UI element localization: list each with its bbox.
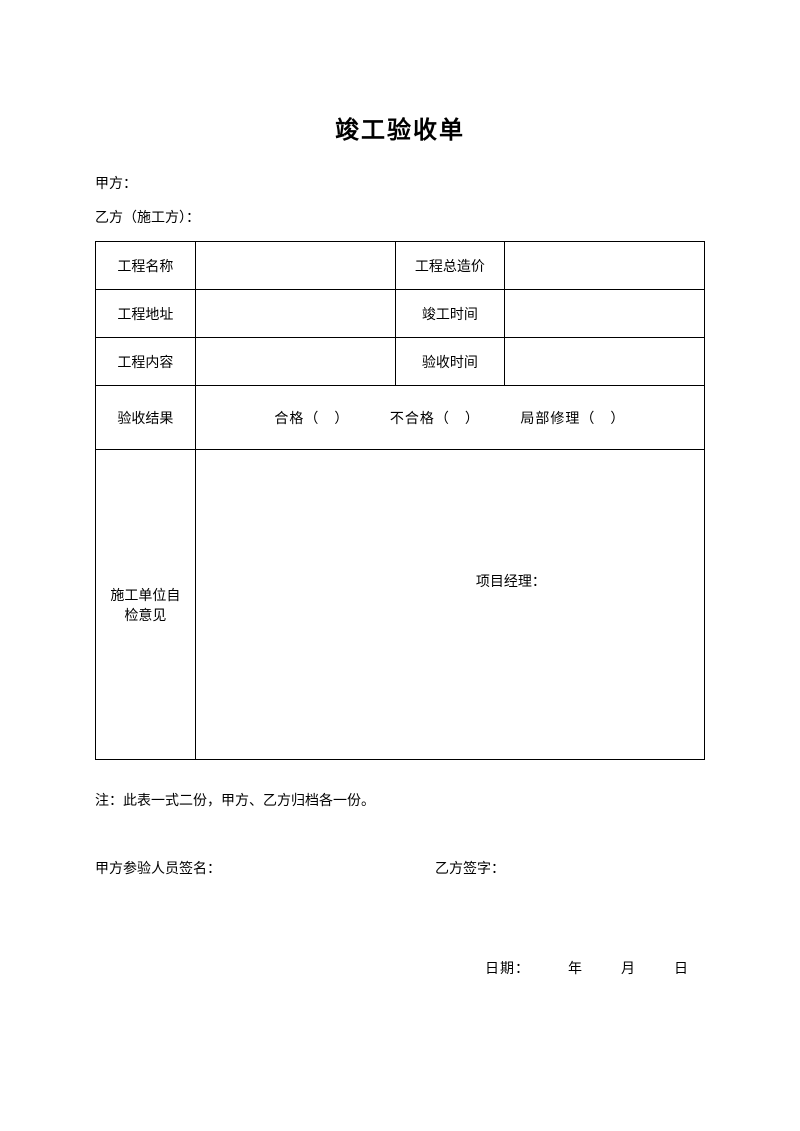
signature-row: 甲方参验人员签名： 乙方签字：: [95, 858, 705, 878]
project-address-value[interactable]: [195, 290, 395, 338]
project-name-label: 工程名称: [96, 242, 196, 290]
option-qualified[interactable]: 合格（ ）: [274, 412, 349, 427]
date-year: 年: [568, 962, 583, 977]
acceptance-result-label: 验收结果: [96, 386, 196, 450]
date-label: 日期：: [485, 962, 530, 977]
option-unqualified[interactable]: 不合格（ ）: [390, 412, 480, 427]
party-b-label: 乙方（施工方）：: [95, 207, 705, 227]
date-day: 日: [674, 962, 689, 977]
date-month: 月: [621, 962, 636, 977]
option-partial-repair[interactable]: 局部修理（ ）: [520, 412, 625, 427]
table-row: 验收结果 合格（ ） 不合格（ ） 局部修理（ ）: [96, 386, 705, 450]
project-address-label: 工程地址: [96, 290, 196, 338]
project-content-value[interactable]: [195, 338, 395, 386]
party-b-signature-label: 乙方签字：: [435, 858, 505, 878]
document-title: 竣工验收单: [95, 110, 705, 145]
table-row: 工程内容 验收时间: [96, 338, 705, 386]
completion-time-value[interactable]: [505, 290, 705, 338]
self-check-opinion-value[interactable]: 项目经理：: [195, 450, 704, 760]
acceptance-time-value[interactable]: [505, 338, 705, 386]
self-check-opinion-label: 施工单位自检意见: [96, 450, 196, 760]
total-price-value[interactable]: [505, 242, 705, 290]
table-row: 工程名称 工程总造价: [96, 242, 705, 290]
date-line: 日期： 年 月 日: [95, 958, 705, 978]
acceptance-time-label: 验收时间: [395, 338, 505, 386]
party-a-signature-label: 甲方参验人员签名：: [95, 858, 435, 878]
total-price-label: 工程总造价: [395, 242, 505, 290]
acceptance-table: 工程名称 工程总造价 工程地址 竣工时间 工程内容 验收时间 验收结果 合格（ …: [95, 241, 705, 760]
project-name-value[interactable]: [195, 242, 395, 290]
table-row: 施工单位自检意见 项目经理：: [96, 450, 705, 760]
acceptance-result-options[interactable]: 合格（ ） 不合格（ ） 局部修理（ ）: [195, 386, 704, 450]
footnote: 注：此表一式二份，甲方、乙方归档各一份。: [95, 790, 705, 810]
project-manager-label: 项目经理：: [476, 571, 546, 591]
project-content-label: 工程内容: [96, 338, 196, 386]
party-a-label: 甲方：: [95, 173, 705, 193]
table-row: 工程地址 竣工时间: [96, 290, 705, 338]
completion-time-label: 竣工时间: [395, 290, 505, 338]
